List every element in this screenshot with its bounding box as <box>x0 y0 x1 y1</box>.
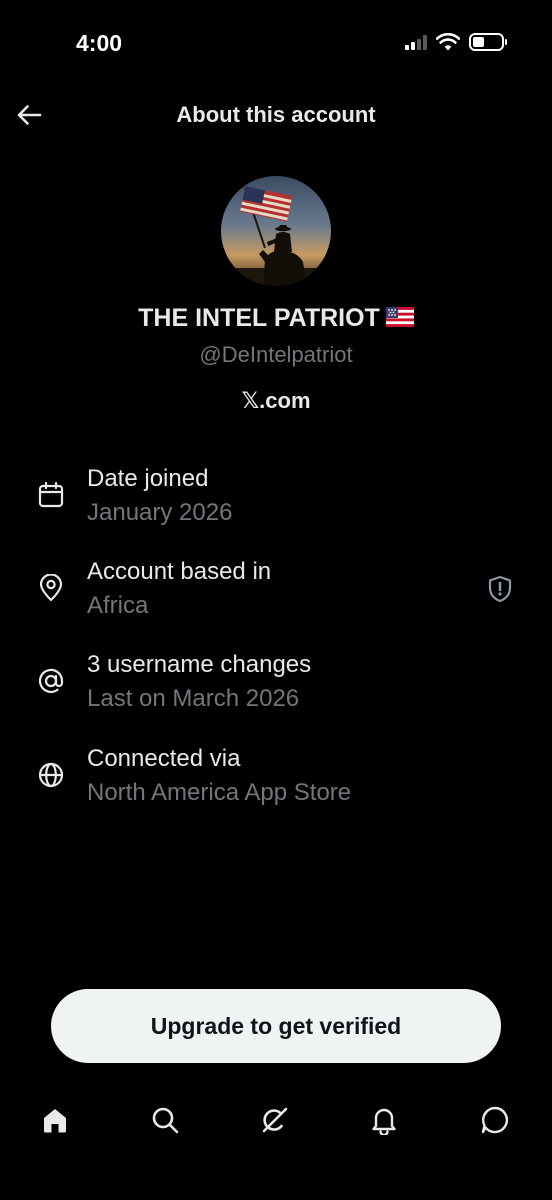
detail-value: Africa <box>87 592 149 619</box>
us-flag-emoji <box>385 305 414 334</box>
battery-icon <box>469 33 507 51</box>
nav-search[interactable] <box>147 1102 183 1138</box>
detail-row-username-changes: 3 username changes Last on March 2026 <box>0 651 552 721</box>
status-time: 4:00 <box>76 30 123 56</box>
status-icons <box>405 33 507 51</box>
nav-home[interactable] <box>37 1102 73 1138</box>
about-account-screen: 4:00 About this account THE INTEL PATRIO… <box>0 0 552 1200</box>
detail-row-account-based-in: Account based in Africa <box>0 558 552 628</box>
display-name-text: THE INTEL PATRIOT <box>138 304 380 332</box>
detail-value: Last on March 2026 <box>87 685 300 712</box>
detail-label: Connected via <box>87 745 241 772</box>
at-sign-icon <box>38 668 64 693</box>
calendar-icon <box>38 481 64 508</box>
search-icon <box>152 1107 179 1134</box>
detail-row-date-joined: Date joined January 2026 <box>0 465 552 535</box>
detail-label: 3 username changes <box>87 651 312 678</box>
messages-icon <box>481 1106 509 1134</box>
account-handle: @DeIntelpatriot <box>199 342 353 367</box>
upgrade-verified-button[interactable]: Upgrade to get verified <box>51 989 501 1063</box>
detail-row-connected-via: Connected via North America App Store <box>0 745 552 815</box>
cellular-signal-icon <box>405 34 427 50</box>
nav-notifications[interactable] <box>366 1102 402 1138</box>
bell-icon <box>372 1108 396 1135</box>
home-icon <box>44 1109 66 1133</box>
detail-label: Account based in <box>87 558 272 585</box>
nav-messages[interactable] <box>477 1102 513 1138</box>
wifi-icon <box>436 33 460 51</box>
detail-value: North America App Store <box>87 779 352 806</box>
page-title: About this account <box>176 102 376 127</box>
detail-value: January 2026 <box>87 499 233 526</box>
detail-label: Date joined <box>87 465 209 492</box>
location-pin-icon <box>39 574 63 602</box>
shield-alert-icon[interactable] <box>485 574 515 604</box>
display-name: THE INTEL PATRIOT <box>0 304 552 334</box>
nav-grok[interactable] <box>257 1102 293 1138</box>
site-link[interactable]: 𝕏.com <box>0 388 552 414</box>
bottom-nav <box>0 1096 552 1144</box>
grok-icon <box>262 1107 288 1133</box>
globe-icon <box>38 762 64 788</box>
avatar[interactable] <box>221 176 331 286</box>
